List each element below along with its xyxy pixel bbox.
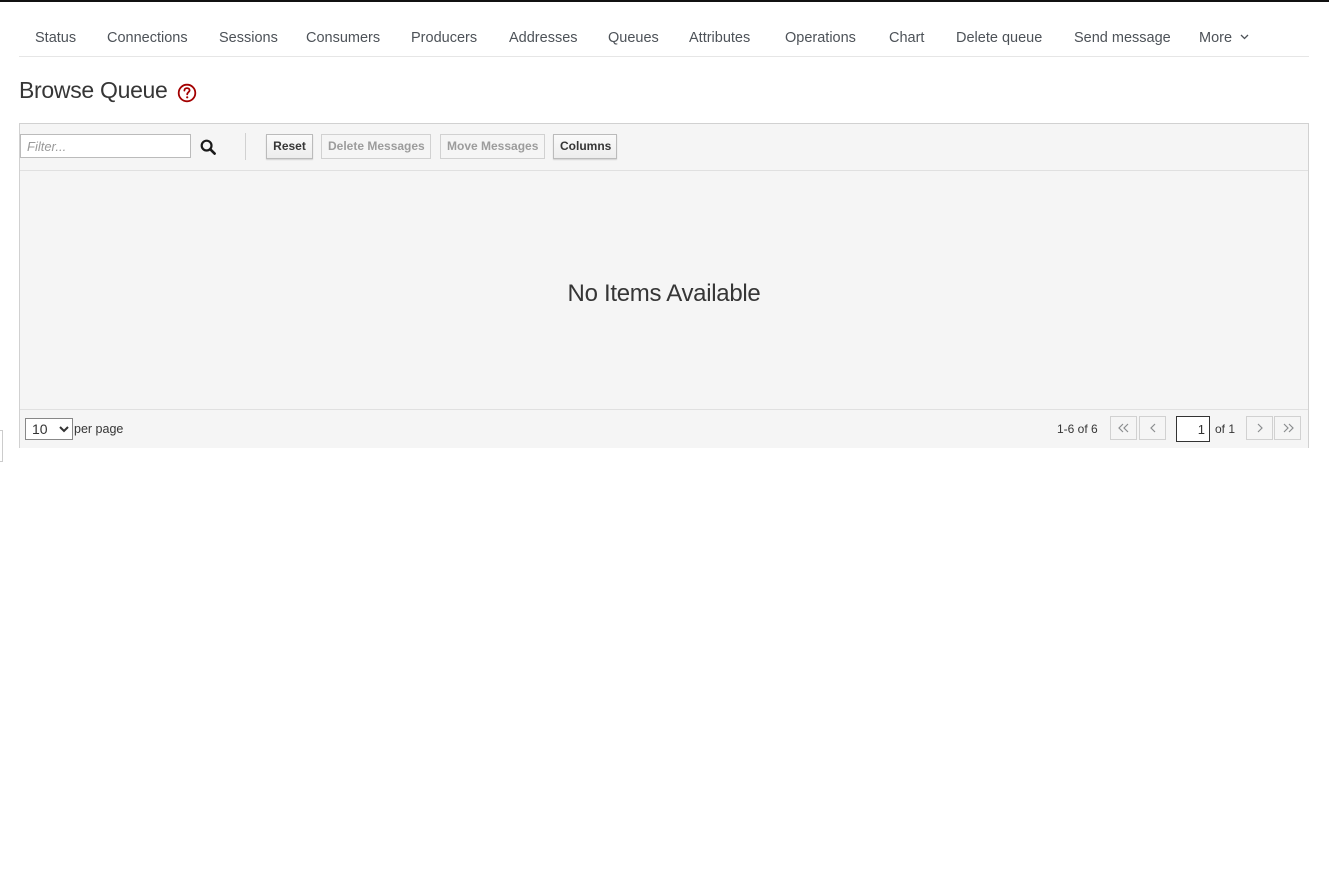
tab-chart[interactable]: Chart [889, 30, 924, 46]
empty-state-message: No Items Available [567, 280, 761, 307]
tab-operations[interactable]: Operations [785, 30, 856, 46]
chevron-left-icon [1149, 423, 1155, 433]
more-label: More [1199, 30, 1233, 46]
collapsed-sidebar-handle[interactable] [0, 430, 3, 462]
question-circle-icon[interactable] [177, 83, 197, 103]
filter-input[interactable] [20, 134, 191, 158]
move-messages-button[interactable]: Move Messages [440, 134, 545, 159]
tab-more-dropdown[interactable]: More [1199, 30, 1249, 46]
tab-consumers[interactable]: Consumers [306, 30, 380, 46]
double-chevron-right-icon [1283, 423, 1294, 433]
tab-producers[interactable]: Producers [411, 30, 477, 46]
tab-status[interactable]: Status [35, 30, 76, 46]
previous-page-button[interactable] [1139, 416, 1166, 440]
tab-sessions[interactable]: Sessions [219, 30, 278, 46]
columns-button[interactable]: Columns [553, 134, 617, 159]
tab-delete-queue[interactable]: Delete queue [956, 30, 1042, 46]
pagination-footer: 10 per page 1-6 of 6 of 1 [20, 409, 1308, 448]
next-page-button[interactable] [1246, 416, 1273, 440]
tab-queues[interactable]: Queues [608, 30, 659, 46]
first-page-button[interactable] [1110, 416, 1137, 440]
chevron-right-icon [1257, 423, 1263, 433]
tab-connections[interactable]: Connections [107, 30, 188, 46]
total-pages-text: of 1 [1215, 422, 1236, 436]
page-title: Browse Queue [19, 77, 168, 103]
search-icon[interactable] [200, 139, 216, 155]
per-page-select[interactable]: 10 [25, 418, 73, 440]
current-page-input[interactable] [1176, 416, 1210, 442]
queue-tabs-nav: Status Connections Sessions Consumers Pr… [19, 2, 1309, 57]
tab-attributes[interactable]: Attributes [689, 30, 750, 46]
delete-messages-button[interactable]: Delete Messages [321, 134, 431, 159]
double-chevron-left-icon [1117, 423, 1128, 433]
toolbar-separator [245, 133, 246, 160]
per-page-label: per page [74, 422, 124, 436]
item-range-text: 1-6 of 6 [1057, 422, 1098, 436]
table-toolbar: Reset Delete Messages Move Messages Colu… [20, 124, 1308, 171]
last-page-button[interactable] [1274, 416, 1301, 440]
reset-button[interactable]: Reset [266, 134, 313, 159]
tab-send-message[interactable]: Send message [1074, 30, 1171, 46]
browse-queue-table-panel: Reset Delete Messages Move Messages Colu… [19, 123, 1309, 448]
chevron-down-icon [1240, 34, 1249, 40]
tab-addresses[interactable]: Addresses [509, 30, 578, 46]
